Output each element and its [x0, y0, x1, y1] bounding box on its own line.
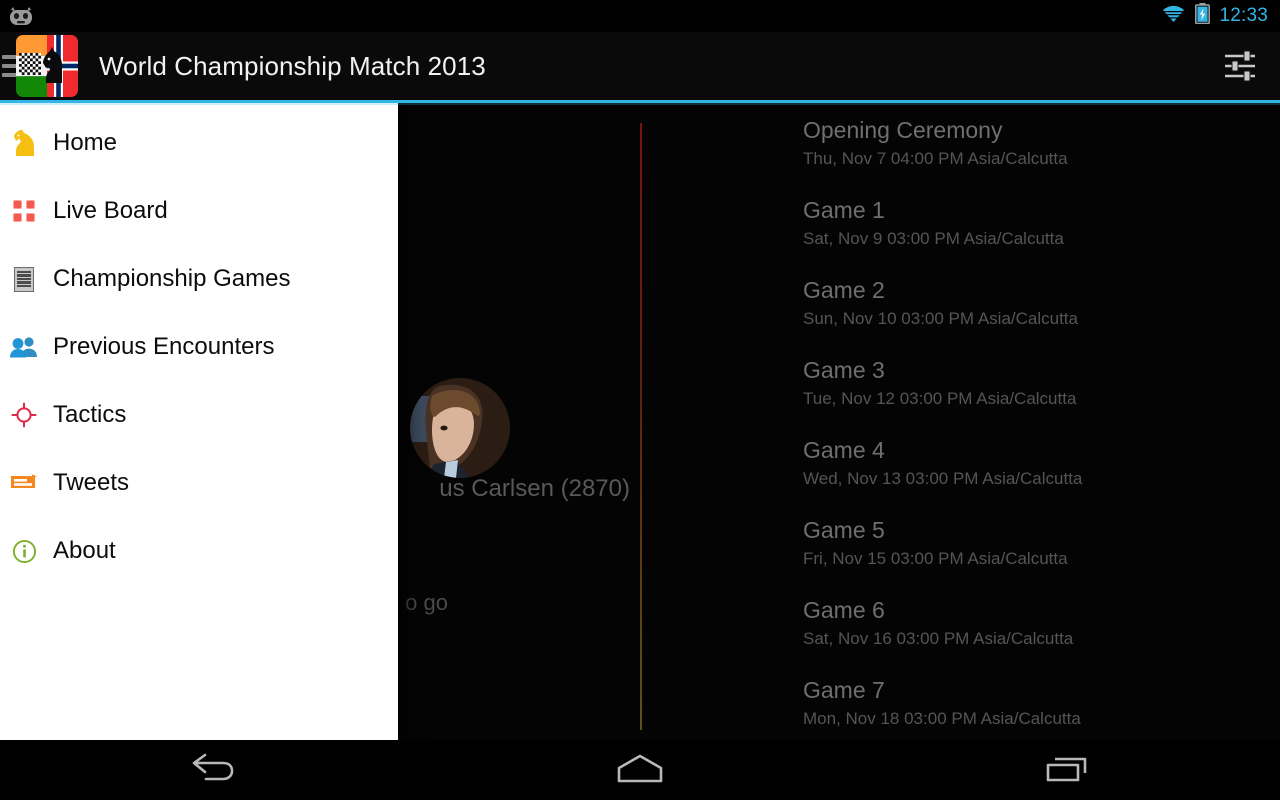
list-item[interactable]: Game 2 Sun, Nov 10 03:00 PM Asia/Calcutt… [640, 275, 1280, 355]
sidebar-item-label: Tactics [53, 401, 127, 428]
list-item[interactable]: Game 7 Mon, Nov 18 03:00 PM Asia/Calcutt… [640, 675, 1280, 740]
wifi-icon [1161, 4, 1186, 28]
action-bar: World Championship Match 2013 [0, 32, 1280, 100]
target-crosshair-icon [8, 399, 40, 431]
android-navigation-bar [0, 740, 1280, 800]
schedule-item-datetime: Sat, Nov 9 03:00 PM Asia/Calcutta [803, 229, 1064, 248]
sidebar-item-tweets[interactable]: Tweets [0, 449, 398, 517]
sidebar-item-label: Live Board [53, 197, 168, 224]
schedule-item-datetime: Mon, Nov 18 03:00 PM Asia/Calcutta [803, 709, 1081, 728]
status-bar-left [8, 6, 1161, 27]
chess-knight-icon [8, 127, 40, 159]
recent-apps-icon[interactable] [1007, 740, 1127, 800]
schedule-item-title: Game 7 [803, 677, 885, 703]
list-item[interactable]: Opening Ceremony Thu, Nov 7 04:00 PM Asi… [640, 115, 1280, 195]
sidebar-item-live-board[interactable]: Live Board [0, 177, 398, 245]
list-item[interactable]: Game 3 Tue, Nov 12 03:00 PM Asia/Calcutt… [640, 355, 1280, 435]
info-circle-icon [8, 535, 40, 567]
back-arrow-icon[interactable] [153, 740, 273, 800]
sidebar-item-tactics[interactable]: Tactics [0, 381, 398, 449]
schedule-list: Opening Ceremony Thu, Nov 7 04:00 PM Asi… [640, 103, 1280, 740]
battery-charging-icon [1195, 3, 1211, 29]
schedule-item-title: Game 2 [803, 277, 885, 303]
navigation-drawer[interactable]: Home Live Board Championship Games Previ… [0, 103, 398, 740]
sidebar-item-home[interactable]: Home [0, 109, 398, 177]
schedule-item-title: Game 1 [803, 197, 885, 223]
list-item[interactable]: Game 5 Fri, Nov 15 03:00 PM Asia/Calcutt… [640, 515, 1280, 595]
sidebar-item-about[interactable]: About [0, 517, 398, 585]
schedule-item-datetime: Wed, Nov 13 03:00 PM Asia/Calcutta [803, 469, 1083, 488]
status-bar-clock: 12:33 [1219, 5, 1268, 26]
list-lines-icon [8, 263, 40, 295]
grid-board-icon [8, 195, 40, 227]
player-portrait-avatar [410, 378, 510, 478]
android-screen: 12:33 World Championship Match 2013 us C… [0, 0, 1280, 800]
list-item[interactable]: Game 4 Wed, Nov 13 03:00 PM Asia/Calcutt… [640, 435, 1280, 515]
status-bar: 12:33 [0, 0, 1280, 32]
list-item[interactable]: Game 6 Sat, Nov 16 03:00 PM Asia/Calcutt… [640, 595, 1280, 675]
home-icon[interactable] [580, 740, 700, 800]
list-item[interactable]: Game 1 Sat, Nov 9 03:00 PM Asia/Calcutta [640, 195, 1280, 275]
schedule-item-title: Game 6 [803, 597, 885, 623]
sidebar-item-label: Home [53, 129, 118, 156]
india-norway-chess-flag-icon[interactable] [16, 35, 78, 97]
status-bar-right: 12:33 [1161, 3, 1268, 29]
cyanogenmod-cid-icon [8, 6, 34, 27]
sidebar-item-label: Previous Encounters [53, 333, 275, 360]
people-group-icon [8, 331, 40, 363]
sidebar-item-label: About [53, 537, 116, 564]
schedule-item-title: Game 5 [803, 517, 885, 543]
schedule-item-datetime: Sat, Nov 16 03:00 PM Asia/Calcutta [803, 629, 1074, 648]
sidebar-item-label: Championship Games [53, 265, 291, 292]
sidebar-item-championship-games[interactable]: Championship Games [0, 245, 398, 313]
speech-card-icon [8, 467, 40, 499]
schedule-item-datetime: Tue, Nov 12 03:00 PM Asia/Calcutta [803, 389, 1077, 408]
schedule-item-datetime: Thu, Nov 7 04:00 PM Asia/Calcutta [803, 149, 1068, 168]
page-title: World Championship Match 2013 [99, 50, 486, 81]
sidebar-item-previous-encounters[interactable]: Previous Encounters [0, 313, 398, 381]
settings-sliders-icon[interactable] [1208, 32, 1272, 100]
action-bar-accent-glow [0, 103, 1280, 105]
schedule-item-title: Game 3 [803, 357, 885, 383]
sidebar-item-label: Tweets [53, 469, 130, 496]
schedule-item-datetime: Fri, Nov 15 03:00 PM Asia/Calcutta [803, 549, 1068, 568]
schedule-item-title: Opening Ceremony [803, 117, 1003, 143]
schedule-item-title: Game 4 [803, 437, 885, 463]
schedule-item-datetime: Sun, Nov 10 03:00 PM Asia/Calcutta [803, 309, 1078, 328]
